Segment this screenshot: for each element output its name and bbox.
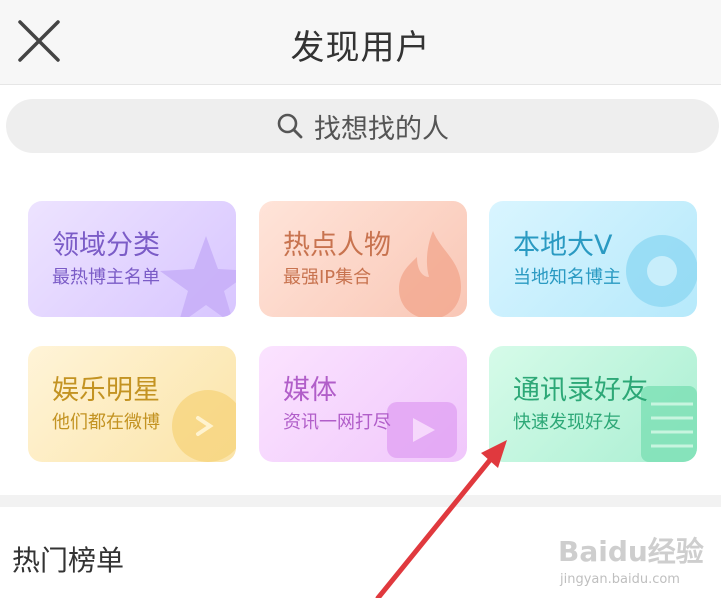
- baidu-watermark: Baidu经验 jingyan.baidu.com: [548, 516, 718, 594]
- card-hot-people[interactable]: 热点人物 最强IP集合: [259, 201, 467, 317]
- chat-bubble-icon: [172, 390, 236, 462]
- search-icon: [277, 113, 303, 139]
- card-subtitle: 他们都在微博: [52, 412, 160, 433]
- card-local-influencer[interactable]: 本地大V 当地知名博主: [489, 201, 697, 317]
- card-subtitle: 最热博主名单: [52, 267, 160, 288]
- card-subtitle: 快速发现好友: [513, 412, 621, 433]
- hot-list-title: 热门榜单: [12, 544, 125, 577]
- card-subtitle: 当地知名博主: [513, 267, 621, 288]
- card-contacts-friends[interactable]: 通讯录好友 快速发现好友: [489, 346, 697, 462]
- card-title: 热点人物: [283, 230, 391, 261]
- card-subtitle: 最强IP集合: [283, 267, 372, 288]
- page-title: 发现用户: [290, 28, 431, 68]
- category-grid: 领域分类 最热博主名单 热点人物 最强IP集合 本地大V 当地知名博主 娱乐明星…: [0, 175, 721, 495]
- star-icon: [160, 236, 236, 317]
- flame-icon: [399, 231, 461, 317]
- location-pin-icon: [626, 235, 697, 307]
- card-title: 媒体: [283, 375, 337, 406]
- card-title: 通讯录好友: [513, 375, 648, 406]
- search-placeholder: 找想找的人: [314, 113, 449, 145]
- card-title: 领域分类: [52, 230, 160, 261]
- search-input[interactable]: 找想找的人: [6, 99, 719, 153]
- card-subtitle: 资讯一网打尽: [283, 412, 391, 433]
- section-divider: [0, 495, 721, 507]
- card-title: 本地大V: [513, 230, 613, 261]
- card-media[interactable]: 媒体 资讯一网打尽: [259, 346, 467, 462]
- card-domain-category[interactable]: 领域分类 最热博主名单: [28, 201, 236, 317]
- header-bar: 发现用户: [0, 0, 721, 85]
- watermark-text: Baidu经验: [558, 535, 704, 568]
- search-area: 找想找的人: [0, 85, 721, 175]
- card-title: 娱乐明星: [52, 375, 160, 406]
- card-entertainment-stars[interactable]: 娱乐明星 他们都在微博: [28, 346, 236, 462]
- video-camera-icon: [387, 402, 457, 458]
- watermark-url: jingyan.baidu.com: [560, 572, 680, 587]
